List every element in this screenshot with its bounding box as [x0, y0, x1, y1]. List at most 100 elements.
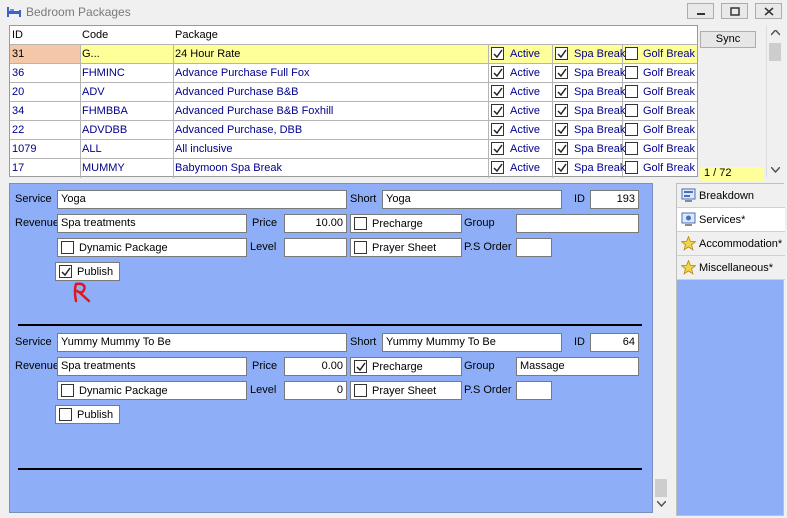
golf-break-checkbox[interactable] [625, 161, 638, 174]
table-row[interactable]: 36 FHMINC Advance Purchase Full Fox Active S… [10, 63, 697, 83]
service-input[interactable]: Yummy Mummy To Be [57, 333, 347, 352]
active-checkbox[interactable] [491, 123, 504, 136]
spa-break-checkbox[interactable] [555, 66, 568, 79]
active-label: Active [510, 86, 540, 98]
id-input[interactable]: 64 [590, 333, 639, 352]
golf-break-checkbox[interactable] [625, 47, 638, 60]
active-checkbox[interactable] [491, 85, 504, 98]
table-row[interactable]: 31 G... 24 Hour Rate Active Spa Break Golf Br… [10, 44, 697, 64]
revenue-input[interactable]: Spa treatments [57, 214, 247, 233]
bed-icon [7, 7, 21, 17]
precharge-checkbox-box[interactable] [354, 217, 367, 230]
tab-label: Breakdown [699, 190, 755, 202]
spa-break-checkbox[interactable] [555, 47, 568, 60]
table-row[interactable]: 17 MUMMY Babymoon Spa Break Active Spa Break… [10, 158, 697, 178]
grid-scroll-thumb[interactable] [769, 43, 781, 61]
tab-services[interactable]: Services* [677, 208, 785, 232]
row-id: 1079 [12, 143, 37, 155]
record-divider [18, 468, 642, 470]
service-input[interactable]: Yoga [57, 190, 347, 209]
spa-break-label: Spa Break [574, 86, 626, 98]
golf-break-checkbox[interactable] [625, 123, 638, 136]
id-label: ID [574, 193, 585, 205]
dynamic-package-checkbox-box[interactable] [61, 384, 74, 397]
restore-icon [730, 7, 740, 16]
publish-checkbox-box[interactable] [59, 265, 72, 278]
price-input[interactable]: 10.00 [284, 214, 347, 233]
row-id: 17 [12, 162, 25, 174]
prayer-sheet-checkbox-box[interactable] [354, 241, 367, 254]
spa-break-checkbox[interactable] [555, 142, 568, 155]
active-checkbox[interactable] [491, 161, 504, 174]
tab-accommodation[interactable]: Accommodation* [677, 232, 785, 256]
row-package: All inclusive [175, 143, 233, 155]
precharge-checkbox-box[interactable] [354, 360, 367, 373]
golf-break-checkbox[interactable] [625, 142, 638, 155]
tab-miscellaneous[interactable]: Miscellaneous* [677, 256, 785, 280]
group-input[interactable]: Massage [516, 357, 639, 376]
active-checkbox[interactable] [491, 66, 504, 79]
active-checkbox[interactable] [491, 104, 504, 117]
services-scroll-thumb[interactable] [655, 479, 667, 497]
spa-break-checkbox[interactable] [555, 104, 568, 117]
golf-break-checkbox[interactable] [625, 104, 638, 117]
ps-order-input[interactable] [516, 381, 552, 400]
spa-break-label: Spa Break [574, 143, 626, 155]
price-input[interactable]: 0.00 [284, 357, 347, 376]
close-button[interactable] [755, 3, 782, 19]
precharge-checkbox-label: Precharge [372, 218, 423, 230]
id-input[interactable]: 193 [590, 190, 639, 209]
scroll-down-icon[interactable] [771, 167, 780, 173]
dynamic-package-checkbox-box[interactable] [61, 241, 74, 254]
id-label: ID [574, 336, 585, 348]
publish-checkbox[interactable]: Publish [55, 262, 120, 281]
active-checkbox[interactable] [491, 47, 504, 60]
dynamic-package-checkbox[interactable]: Dynamic Package [57, 381, 247, 400]
spa-break-checkbox[interactable] [555, 161, 568, 174]
revenue-input[interactable]: Spa treatments [57, 357, 247, 376]
short-input[interactable]: Yoga [382, 190, 562, 209]
prayer-sheet-checkbox[interactable]: Prayer Sheet [350, 381, 462, 400]
table-row[interactable]: 1079 ALL All inclusive Active Spa Break Golf … [10, 139, 697, 159]
sync-button[interactable]: Sync [700, 31, 756, 48]
packages-grid[interactable]: ID Code Package 31 G... 24 Hour Rate Active… [9, 25, 698, 178]
grid-side-panel: Sync 1 / 72 [698, 25, 766, 181]
prayer-sheet-checkbox[interactable]: Prayer Sheet [350, 238, 462, 257]
tab-breakdown[interactable]: Breakdown [677, 184, 785, 208]
active-checkbox[interactable] [491, 142, 504, 155]
spa-break-checkbox[interactable] [555, 123, 568, 136]
group-input[interactable] [516, 214, 639, 233]
precharge-checkbox[interactable]: Precharge [350, 214, 462, 233]
tab-label: Miscellaneous* [699, 262, 773, 274]
publish-checkbox-box[interactable] [59, 408, 72, 421]
dynamic-package-checkbox[interactable]: Dynamic Package [57, 238, 247, 257]
golf-break-checkbox[interactable] [625, 66, 638, 79]
scroll-down-icon[interactable] [657, 501, 666, 507]
ps-order-input[interactable] [516, 238, 552, 257]
spa-break-checkbox[interactable] [555, 85, 568, 98]
active-label: Active [510, 48, 540, 60]
row-package: Advanced Purchase B&B Foxhill [175, 105, 334, 117]
grid-scrollbar[interactable] [766, 25, 783, 177]
close-icon [764, 7, 774, 16]
row-package: 24 Hour Rate [175, 48, 241, 60]
prayer-sheet-checkbox-box[interactable] [354, 384, 367, 397]
golf-break-label: Golf Break [643, 143, 695, 155]
services-scrollbar[interactable] [653, 183, 670, 513]
group-label: Group [464, 360, 495, 372]
publish-checkbox[interactable]: Publish [55, 405, 120, 424]
row-id: 22 [12, 124, 25, 136]
row-code: MUMMY [82, 162, 125, 174]
level-input[interactable] [284, 238, 347, 257]
precharge-checkbox[interactable]: Precharge [350, 357, 462, 376]
table-row[interactable]: 34 FHMBBA Advanced Purchase B&B Foxhill Act… [10, 101, 697, 121]
minimize-icon [697, 13, 705, 15]
golf-break-checkbox[interactable] [625, 85, 638, 98]
table-row[interactable]: 22 ADVDBB Advanced Purchase, DBB Active Spa … [10, 120, 697, 140]
level-input[interactable]: 0 [284, 381, 347, 400]
short-input[interactable]: Yummy Mummy To Be [382, 333, 562, 352]
table-row[interactable]: 20 ADV Advanced Purchase B&B Active Spa Brea… [10, 82, 697, 102]
scroll-up-icon[interactable] [771, 30, 780, 36]
minimize-button[interactable] [687, 3, 714, 19]
restore-button[interactable] [721, 3, 748, 19]
